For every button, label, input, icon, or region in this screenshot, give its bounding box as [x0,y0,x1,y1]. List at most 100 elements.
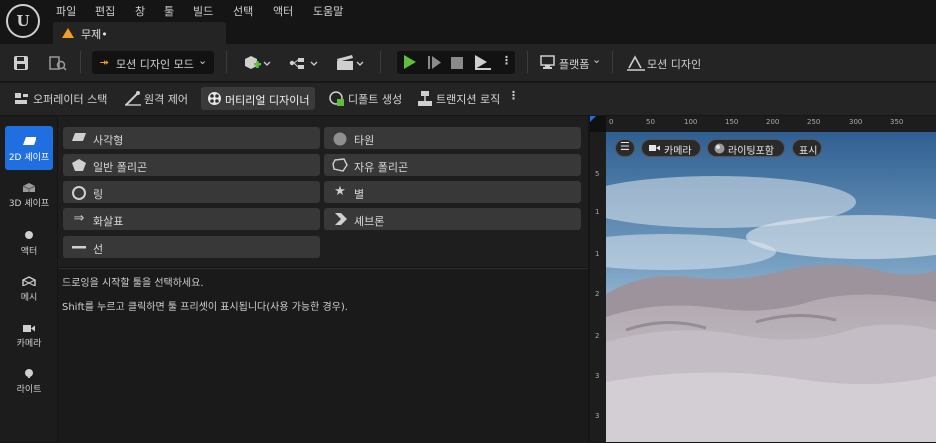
shape-label: 화살표 [93,215,124,228]
menu-actor[interactable]: 액터 [273,3,293,19]
menu-tools[interactable]: 툴 [164,3,174,19]
chevron-icon [332,212,348,226]
shape-regular-polygon[interactable]: 일반 폴리곤 [63,154,320,176]
show-label: 표시 [799,146,818,157]
menu-window[interactable]: 창 [135,3,145,19]
shape-label: 링 [93,188,104,201]
rail-item-2d-shapes[interactable]: 2D 셰이프 [5,126,53,170]
ruler-tick-label: 3 [595,412,600,420]
menu-select[interactable]: 선택 [233,3,253,19]
stop-icon[interactable] [450,56,464,70]
viewport-show-button[interactable]: 표시 [792,139,822,157]
ruler-tick-label: 300 [849,118,863,126]
viewport-options-button[interactable]: ☰ [615,139,635,157]
main-toolbar: ⯮ 모션 디자인 모드 ⌄ ⋮ 플랫폼 ⌄ 모션 디자인 [0,44,936,81]
rail-item-actor[interactable]: 액터 [5,222,53,266]
lighting-sphere-icon [714,143,725,154]
shape-free-polygon[interactable]: 자유 폴리곤 [324,154,581,176]
browse-content-icon[interactable] [49,55,67,71]
hamburger-icon: ☰ [620,140,630,153]
motion-design-label[interactable]: 모션 디자인 [647,56,701,72]
line-icon [71,240,87,254]
rail-label: 2D 셰이프 [8,153,50,163]
rail-item-mesh[interactable]: 메시 [5,268,53,312]
rail-item-camera[interactable]: 카메라 [5,314,53,358]
vertical-ruler: 5 1 1 2 2 3 3 [590,132,606,442]
ellipse-icon [332,131,348,146]
shape-rectangle[interactable]: 사각형 [63,127,320,149]
operator-stack-icon [15,93,28,104]
ruler-tick-label: 0 [609,118,614,126]
menu-build[interactable]: 빌드 [193,3,213,19]
mode-label: 모션 디자인 모드 [116,58,194,71]
shape-label: 자유 폴리곤 [354,161,409,174]
document-tab[interactable]: 무제• [53,22,226,44]
motion-design-icon[interactable] [626,54,646,71]
menu-help[interactable]: 도움말 [313,3,343,19]
menu-edit[interactable]: 편집 [95,3,115,19]
remote-control-icon [125,91,141,106]
chevron-down-icon: ⌄ [198,54,208,67]
save-icon[interactable] [13,55,29,71]
ruler-tick-label: 2 [595,290,600,298]
material-designer-label: 머티리얼 디자이너 [225,94,310,107]
camera-icon [23,325,35,332]
cinematics-icon[interactable] [336,54,366,72]
star-icon: ★ [334,184,346,199]
viewport-scene[interactable] [606,132,936,442]
rail-label: 라이트 [16,385,42,395]
document-tab-label: 무제• [81,28,108,41]
viewport-camera-button[interactable]: 카메라 [641,139,701,157]
ruler-tick-label: 150 [725,118,739,126]
default-create-button[interactable]: 디폴트 생성 [348,91,402,107]
shape-arrow[interactable]: ⇒ 화살표 [63,208,320,230]
preset-hint-text: Shift를 누르고 클릭하면 툴 프리셋이 표시됩니다(사용 가능한 경우). [62,302,348,313]
mesh-icon [22,276,36,286]
rail-item-3d-shapes[interactable]: 3D 셰이프 [5,174,53,218]
lighting-label: 라이팅포함 [728,146,774,157]
unreal-logo-icon[interactable]: U [6,4,40,38]
ruler-tick-label: 1 [595,250,600,258]
shape-ellipse[interactable]: 타원 [324,127,581,149]
play-icon[interactable] [404,55,416,69]
play-controls: ⋮ [397,51,515,74]
remote-control-button[interactable]: 원격 제어 [144,91,188,107]
mode-select[interactable]: ⯮ 모션 디자인 모드 ⌄ [92,51,214,74]
platform-label[interactable]: 플랫폼 [559,56,589,72]
platform-icon[interactable] [540,55,558,71]
viewport-lighting-button[interactable]: 라이팅포함 [707,139,785,157]
shape-label: 사각형 [93,134,124,147]
material-designer-button[interactable]: 머티리얼 디자이너 [201,87,315,110]
menu-file[interactable]: 파일 [56,3,76,19]
rail-label: 메시 [20,293,38,303]
tool-message-panel: 드로잉을 시작할 툴을 선택하세요. Shift를 누르고 클릭하면 툴 프리셋… [58,268,588,443]
operator-stack-button[interactable]: 오퍼레이터 스택 [33,91,107,107]
shape-star[interactable]: ★ 별 [324,181,581,203]
play-options-icon[interactable]: ⋮ [501,54,512,67]
toolbar-options-icon[interactable]: ⋮ [508,89,519,102]
ruler-tick-label: 200 [766,118,780,126]
advance-frame-icon[interactable] [427,55,443,70]
mode-icon: ⯮ [100,55,109,68]
camera-icon [649,145,660,151]
rectangle-icon [71,131,87,145]
blueprint-icon[interactable] [289,54,321,72]
chevron-down-icon[interactable]: ⌄ [592,53,601,66]
free-polygon-icon [332,158,348,172]
actor-icon [25,231,33,239]
rail-item-light[interactable]: 라이트 [5,360,53,404]
add-actor-icon[interactable] [243,54,271,72]
ruler-tick-label: 5 [595,170,600,178]
shape-ring[interactable]: 링 [63,181,320,203]
rail-label: 액터 [20,247,38,257]
transition-logic-button[interactable]: 트랜지션 로직 [436,91,500,107]
shape-line[interactable]: 선 [63,236,320,258]
shape-label: 타원 [354,134,375,147]
light-bulb-icon [25,369,33,378]
ruler-tick-label: 250 [807,118,821,126]
ruler-tick-label: 3 [595,372,600,380]
desert-landscape-image [606,132,936,442]
eject-icon[interactable] [472,54,492,71]
default-create-icon [329,91,344,106]
shape-chevron[interactable]: 셰브론 [324,208,581,230]
